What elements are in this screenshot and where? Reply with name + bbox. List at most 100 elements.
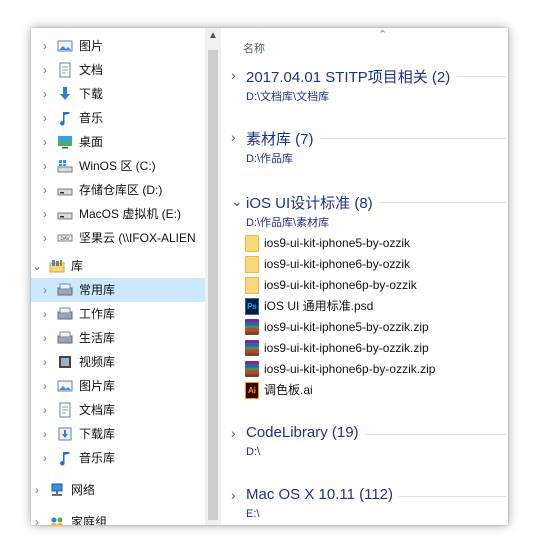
zip-archive-icon	[245, 339, 259, 356]
sidebar-item[interactable]: › 常用库	[31, 278, 205, 302]
sidebar-item[interactable]: › 音乐	[31, 106, 205, 130]
sidebar-item[interactable]: › 家庭组	[31, 510, 205, 525]
file-name: ios9-ui-kit-iphone6-by-ozzik	[264, 256, 411, 271]
group-header-path: D:\	[246, 446, 261, 458]
sidebar-item[interactable]: › 图片	[31, 34, 205, 58]
pictures-library-icon	[57, 378, 73, 394]
file-name: ios9-ui-kit-iphone5-by-ozzik.zip	[264, 319, 429, 334]
chevron-down-icon[interactable]: ⌄	[32, 254, 42, 278]
chevron-right-icon[interactable]: ›	[40, 302, 50, 326]
sidebar-item[interactable]: › 下载库	[31, 422, 205, 446]
group-header-title[interactable]: iOS UI设计标准 (8)	[246, 192, 373, 213]
windows-drive-icon	[57, 158, 73, 174]
chevron-right-icon[interactable]: ›	[40, 278, 50, 302]
navigation-pane: › 图片 › 文档 › 下载 › 音乐 › 桌面 › WinOS 区 (C:) › 存储仓库区 (D:) ›…	[31, 28, 205, 525]
library-icon	[57, 282, 73, 298]
sidebar-item-label: 库	[71, 259, 84, 273]
sidebar-item[interactable]: › 音乐库	[31, 446, 205, 470]
sidebar-item[interactable]: › 网络	[31, 478, 205, 502]
sidebar-item[interactable]: ⌄ 库	[31, 254, 205, 278]
group-header-title[interactable]: CodeLibrary (19)	[246, 424, 359, 441]
chevron-right-icon[interactable]: ›	[40, 374, 50, 398]
chevron-right-icon[interactable]: ›	[40, 34, 50, 58]
sidebar-item-label: 下载	[79, 87, 104, 101]
chevron-right-icon[interactable]: ›	[40, 154, 50, 178]
group-header-title[interactable]: 2017.04.01 STITP项目相关 (2)	[246, 66, 450, 87]
group-divider	[379, 202, 506, 203]
group-divider	[399, 496, 506, 497]
file-item[interactable]: Ps iOS UI 通用标准.psd	[245, 295, 373, 316]
file-name: ios9-ui-kit-iphone6-by-ozzik.zip	[264, 340, 429, 355]
chevron-right-icon[interactable]: ›	[40, 130, 50, 154]
chevron-down-icon[interactable]: ⌄	[231, 193, 243, 210]
scrollbar-thumb[interactable]	[208, 50, 218, 520]
folder-icon	[245, 255, 259, 273]
sidebar-item[interactable]: › 下载	[31, 82, 205, 106]
chevron-right-icon[interactable]: ›	[40, 398, 50, 422]
folder-item[interactable]: ios9-ui-kit-iphone6p-by-ozzik	[245, 274, 417, 295]
chevron-right-icon[interactable]: ›	[231, 129, 236, 145]
file-item[interactable]: ios9-ui-kit-iphone6p-by-ozzik.zip	[245, 358, 435, 379]
sidebar-item[interactable]: › DAV 坚果云 (\\IFOX-ALIEN	[31, 226, 205, 250]
chevron-right-icon[interactable]: ›	[40, 350, 50, 374]
chevron-right-icon[interactable]: ›	[32, 510, 42, 525]
group-header-title[interactable]: 素材库 (7)	[246, 128, 314, 149]
chevron-right-icon[interactable]: ›	[231, 425, 236, 441]
sidebar-item-label: 音乐库	[79, 451, 116, 465]
sidebar-item[interactable]: › 视频库	[31, 350, 205, 374]
video-library-icon	[57, 354, 73, 370]
drive-icon	[57, 182, 73, 198]
file-item[interactable]: Ai 调色板.ai	[245, 379, 313, 400]
chevron-right-icon[interactable]: ›	[40, 82, 50, 106]
homegroup-icon	[49, 514, 65, 525]
sidebar-item-label: 文档库	[79, 403, 116, 417]
chevron-right-icon[interactable]: ›	[40, 178, 50, 202]
sidebar-item[interactable]: › 工作库	[31, 302, 205, 326]
music-icon	[57, 110, 73, 126]
file-name: ios9-ui-kit-iphone6p-by-ozzik.zip	[264, 361, 436, 376]
svg-text:DAV: DAV	[60, 236, 70, 242]
folder-item[interactable]: ios9-ui-kit-iphone6-by-ozzik	[245, 253, 410, 274]
sidebar-item-label: 文档	[79, 63, 104, 77]
chevron-right-icon[interactable]: ›	[40, 106, 50, 130]
chevron-right-icon[interactable]: ›	[32, 478, 42, 502]
name-column-header[interactable]: 名称	[243, 40, 265, 56]
sidebar-item[interactable]: › MacOS 虚拟机 (E:)	[31, 202, 205, 226]
sidebar-item[interactable]: › 文档库	[31, 398, 205, 422]
sidebar-item-label: 下载库	[79, 427, 116, 441]
sidebar-item-label: 图片库	[79, 379, 116, 393]
scroll-up-icon[interactable]: ▲	[205, 30, 221, 41]
folder-icon	[245, 234, 259, 252]
sidebar-item[interactable]: › 图片库	[31, 374, 205, 398]
chevron-right-icon[interactable]: ›	[40, 422, 50, 446]
file-item[interactable]: ios9-ui-kit-iphone6-by-ozzik.zip	[245, 337, 429, 358]
documents-icon	[57, 62, 73, 78]
sidebar-item[interactable]: › 生活库	[31, 326, 205, 350]
file-item[interactable]: ios9-ui-kit-iphone5-by-ozzik.zip	[245, 316, 429, 337]
file-name: iOS UI 通用标准.psd	[264, 299, 374, 313]
music-library-icon	[57, 450, 73, 466]
sidebar-item[interactable]: › WinOS 区 (C:)	[31, 154, 205, 178]
chevron-right-icon[interactable]: ›	[40, 446, 50, 470]
sidebar-item[interactable]: › 文档	[31, 58, 205, 82]
folder-item[interactable]: ios9-ui-kit-iphone5-by-ozzik	[245, 232, 410, 253]
library-icon	[57, 330, 73, 346]
sidebar-item[interactable]: › 桌面	[31, 130, 205, 154]
documents-library-icon	[57, 402, 73, 418]
content-pane: ⌃ 名称 › 2017.04.01 STITP项目相关 (2) D:\文档库\文档库…	[221, 28, 508, 525]
chevron-right-icon[interactable]: ›	[231, 487, 236, 503]
chevron-right-icon[interactable]: ›	[231, 67, 236, 83]
illustrator-file-icon: Ai	[245, 381, 259, 399]
chevron-right-icon[interactable]: ›	[40, 202, 50, 226]
sidebar-item[interactable]: › 存储仓库区 (D:)	[31, 178, 205, 202]
chevron-right-icon[interactable]: ›	[40, 58, 50, 82]
group-header-path: D:\作品库\素材库	[246, 217, 330, 229]
group-header-path: E:\	[246, 508, 260, 520]
chevron-right-icon[interactable]: ›	[40, 226, 50, 250]
group-header-title[interactable]: Mac OS X 10.11 (112)	[246, 486, 393, 503]
sidebar-item-label: 图片	[79, 39, 104, 53]
pictures-icon	[57, 38, 73, 54]
chevron-right-icon[interactable]: ›	[40, 326, 50, 350]
sort-ascending-icon: ⌃	[378, 29, 388, 41]
navigation-scrollbar[interactable]: ▲	[205, 28, 221, 525]
